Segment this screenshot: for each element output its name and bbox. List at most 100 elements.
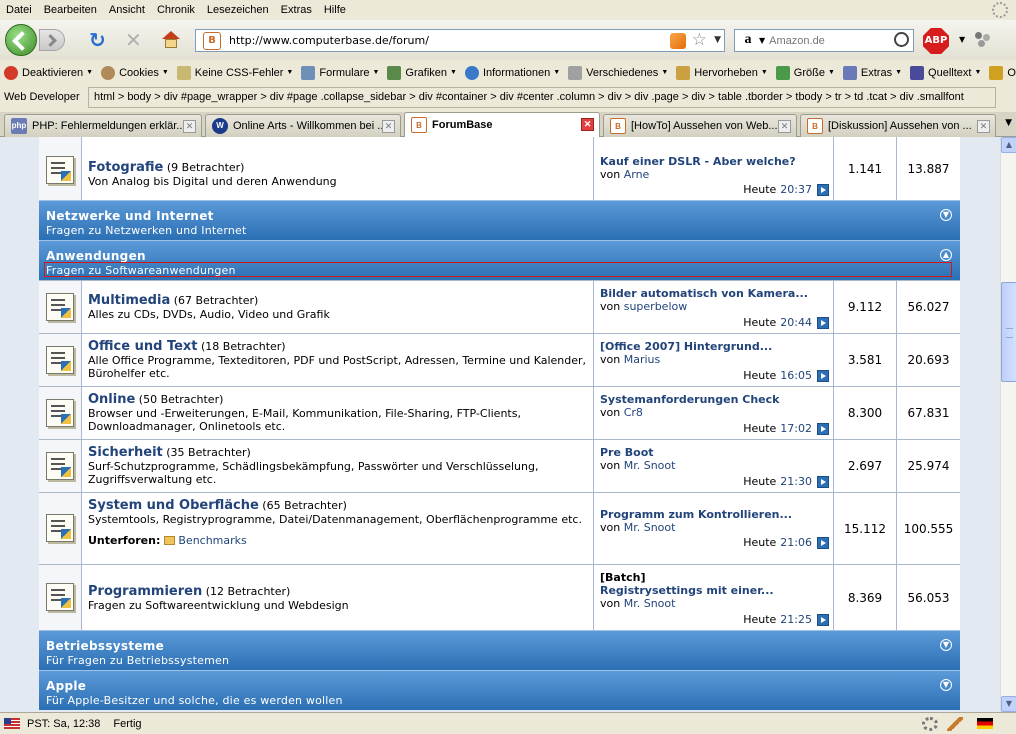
menu-lesezeichen[interactable]: Lesezeichen <box>201 4 275 16</box>
tab-php[interactable]: php PHP: Fehlermeldungen erklär... ✕ <box>4 114 202 137</box>
last-post-user-link[interactable]: Mr. Snoot <box>624 459 676 472</box>
go-to-last-post-icon[interactable] <box>817 475 829 488</box>
wd-cookies-menu[interactable]: Cookies ▼ <box>101 65 169 80</box>
wd-verschiedenes-menu[interactable]: Verschiedenes ▼ <box>568 65 668 80</box>
forum-title-link[interactable]: Multimedia <box>88 293 170 308</box>
menu-extras[interactable]: Extras <box>275 4 318 16</box>
search-engine-dropdown-icon[interactable]: ▼ <box>759 36 765 45</box>
tab-online-arts[interactable]: W Online Arts - Willkommen bei ... ✕ <box>205 114 401 137</box>
last-post-title-link[interactable]: Bilder automatisch von Kamera... <box>600 287 827 300</box>
last-post-user-link[interactable]: Mr. Snoot <box>624 597 676 610</box>
last-post-clock: 17:02 <box>780 422 812 435</box>
go-to-last-post-icon[interactable] <box>817 422 829 435</box>
wd-quelltext-menu[interactable]: Quelltext ▼ <box>910 65 981 80</box>
stop-icon[interactable]: ✕ <box>125 30 145 50</box>
tab-close-icon[interactable]: ✕ <box>581 118 594 131</box>
tab-howto[interactable]: B [HowTo] Aussehen von Web... ✕ <box>603 114 797 137</box>
menu-hilfe[interactable]: Hilfe <box>318 4 352 16</box>
tab-forumbase[interactable]: B ForumBase ✕ <box>404 112 600 137</box>
tab-close-icon[interactable]: ✕ <box>382 120 395 133</box>
last-post-title-link[interactable]: Kauf einer DSLR - Aber welche? <box>600 155 827 168</box>
url-history-dropdown-icon[interactable]: ▼ <box>714 35 721 45</box>
scroll-up-button[interactable]: ▲ <box>1001 137 1016 153</box>
menu-ansicht[interactable]: Ansicht <box>103 4 151 16</box>
tab-close-icon[interactable]: ✕ <box>183 120 196 133</box>
go-to-last-post-icon[interactable] <box>817 613 829 626</box>
expand-icon[interactable]: ▼ <box>940 209 952 221</box>
wd-css-menu[interactable]: Keine CSS-Fehler ▼ <box>176 65 293 80</box>
url-bar[interactable]: B http://www.computerbase.de/forum/ ☆ ▼ <box>195 29 725 52</box>
wd-informationen-menu[interactable]: Informationen ▼ <box>464 65 560 80</box>
forum-row-sicherheit: Sicherheit (35 Betrachter) Surf-Schutzpr… <box>39 439 960 492</box>
adblock-plus-icon[interactable]: ABP <box>923 28 949 54</box>
tab-close-icon[interactable]: ✕ <box>977 120 990 133</box>
reload-icon[interactable]: ↻ <box>89 30 109 50</box>
forum-title-link[interactable]: System und Oberfläche <box>88 498 259 513</box>
extension-icon[interactable] <box>975 32 991 48</box>
subforums-label: Unterforen: <box>88 534 161 547</box>
collapse-icon[interactable]: ▲ <box>940 249 952 261</box>
search-icon[interactable] <box>894 32 909 47</box>
home-icon[interactable] <box>161 30 181 50</box>
menu-chronik[interactable]: Chronik <box>151 4 201 16</box>
adblock-dropdown-icon[interactable]: ▼ <box>959 35 965 44</box>
forum-title-link[interactable]: Office und Text <box>88 339 198 354</box>
post-count: 20.693 <box>907 353 950 367</box>
last-post-title-link[interactable]: Programm zum Kontrollieren... <box>600 508 827 521</box>
tab-bar: php PHP: Fehlermeldungen erklär... ✕ W O… <box>0 112 1016 137</box>
forward-button[interactable] <box>39 29 65 51</box>
forum-title-link[interactable]: Fotografie <box>88 160 163 175</box>
wd-deaktivieren-menu[interactable]: Deaktivieren ▼ <box>4 65 93 80</box>
expand-icon[interactable]: ▼ <box>940 679 952 691</box>
category-description: Für Apple-Besitzer und solche, die es we… <box>46 694 343 707</box>
wd-grafiken-menu[interactable]: Grafiken ▼ <box>387 65 457 80</box>
wd-hervorheben-menu[interactable]: Hervorheben ▼ <box>676 65 768 80</box>
post-count: 25.974 <box>907 459 950 473</box>
menu-bearbeiten[interactable]: Bearbeiten <box>38 4 103 16</box>
tab-close-icon[interactable]: ✕ <box>778 120 791 133</box>
go-to-last-post-icon[interactable] <box>817 536 829 549</box>
category-title-link[interactable]: Anwendungen <box>46 249 960 263</box>
last-post-title-link[interactable]: Registrysettings mit einer... <box>600 584 827 597</box>
last-post-user-link[interactable]: superbelow <box>624 300 688 313</box>
wd-formulare-menu[interactable]: Formulare ▼ <box>301 65 379 80</box>
wd-extras-menu[interactable]: Extras ▼ <box>842 65 902 80</box>
expand-icon[interactable]: ▼ <box>940 639 952 651</box>
go-to-last-post-icon[interactable] <box>817 316 829 329</box>
last-post-cell: [Batch] Registrysettings mit einer... vo… <box>594 565 834 630</box>
last-post-user-link[interactable]: Mr. Snoot <box>624 521 676 534</box>
rss-feed-icon[interactable] <box>670 33 686 49</box>
last-post-title-link[interactable]: Pre Boot <box>600 446 827 459</box>
german-flag-icon[interactable] <box>977 718 993 729</box>
url-field[interactable]: http://www.computerbase.de/forum/ <box>229 34 429 47</box>
hammer-icon[interactable] <box>947 717 963 731</box>
category-title-link[interactable]: Netzwerke und Internet <box>46 209 960 223</box>
amazon-engine-icon[interactable]: a <box>737 32 759 50</box>
last-post-title-link[interactable]: [Office 2007] Hintergrund... <box>600 340 827 353</box>
category-title-link[interactable]: Betriebssysteme <box>46 639 960 653</box>
last-post-user-link[interactable]: Cr8 <box>624 406 643 419</box>
subforum-link-benchmarks[interactable]: Benchmarks <box>178 534 246 547</box>
last-post-user-link[interactable]: Marius <box>624 353 661 366</box>
wd-optionen-menu[interactable]: Optione <box>989 65 1016 80</box>
menu-datei[interactable]: Datei <box>0 4 38 16</box>
bookmark-star-icon[interactable]: ☆ <box>692 30 707 50</box>
forum-title-link[interactable]: Sicherheit <box>88 445 163 460</box>
scroll-down-button[interactable]: ▼ <box>1001 696 1016 712</box>
search-input[interactable] <box>769 34 890 47</box>
vertical-scrollbar[interactable]: ▲ ▼ <box>1000 137 1016 712</box>
tab-diskussion[interactable]: B [Diskussion] Aussehen von ... ✕ <box>800 114 996 137</box>
post-count: 67.831 <box>907 406 950 420</box>
gear-icon[interactable] <box>922 717 938 731</box>
category-title-link[interactable]: Apple <box>46 679 960 693</box>
last-post-title-link[interactable]: Systemanforderungen Check <box>600 393 827 406</box>
forum-title-link[interactable]: Online <box>88 392 135 407</box>
go-to-last-post-icon[interactable] <box>817 183 829 196</box>
forum-title-link[interactable]: Programmieren <box>88 584 202 599</box>
wd-groesse-menu[interactable]: Größe ▼ <box>775 65 835 80</box>
go-to-last-post-icon[interactable] <box>817 369 829 382</box>
last-post-user-link[interactable]: Arne <box>624 168 650 181</box>
tab-list-dropdown-icon[interactable]: ▼ <box>1005 118 1012 128</box>
scrollbar-thumb[interactable] <box>1001 282 1016 382</box>
back-button[interactable] <box>5 24 37 56</box>
